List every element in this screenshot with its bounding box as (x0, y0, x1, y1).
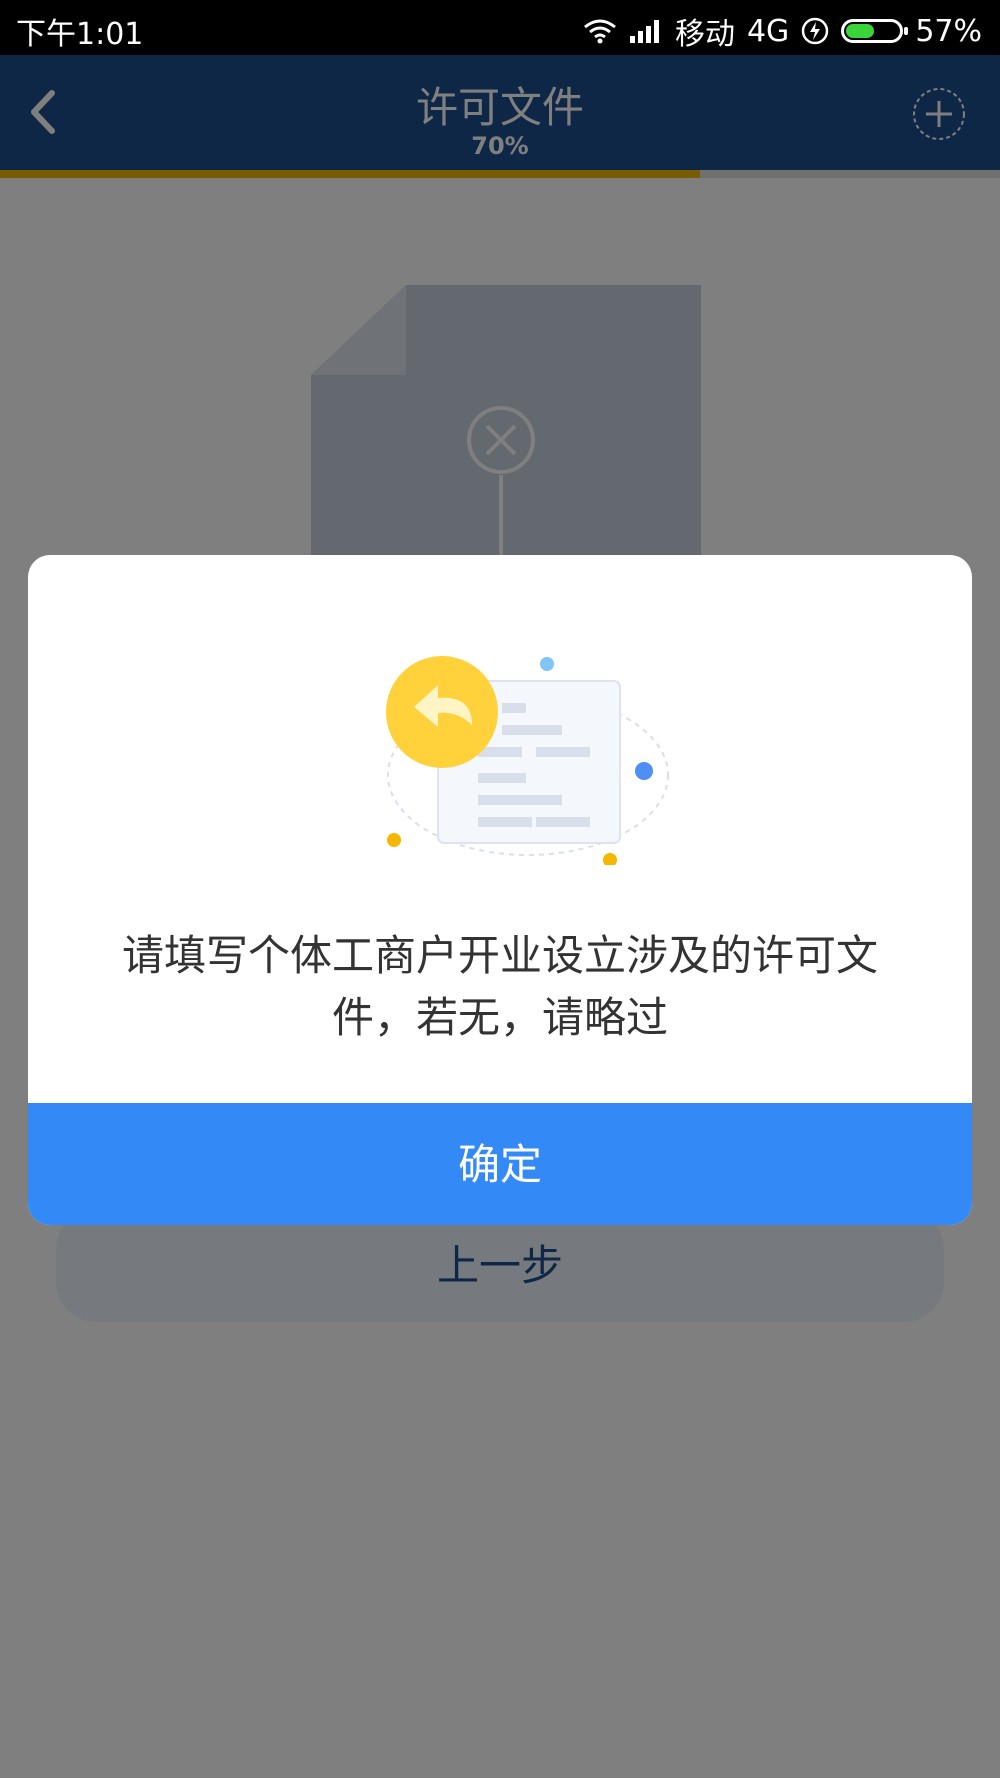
status-right: 移动 4G 57% (583, 9, 982, 53)
battery-icon (841, 19, 909, 43)
info-dialog: 请填写个体工商户开业设立涉及的许可文件，若无，请略过 确定 (28, 555, 972, 1225)
confirm-button[interactable]: 确定 (28, 1103, 972, 1225)
status-bar: 下午1:01 移动 4G 57% (0, 0, 1000, 55)
wifi-icon (584, 19, 616, 44)
carrier-label: 移动 (674, 17, 735, 52)
status-time: 下午1:01 (16, 17, 144, 52)
dialog-message: 请填写个体工商户开业设立涉及的许可文件，若无，请略过 (121, 931, 878, 1042)
signal-icon (629, 20, 659, 43)
battery-tip (904, 27, 909, 35)
battery-fill (846, 24, 875, 38)
charging-icon (802, 17, 829, 45)
network-label: 4G (746, 13, 790, 49)
document-return-icon (386, 656, 669, 865)
battery-percent: 57% (915, 13, 982, 49)
